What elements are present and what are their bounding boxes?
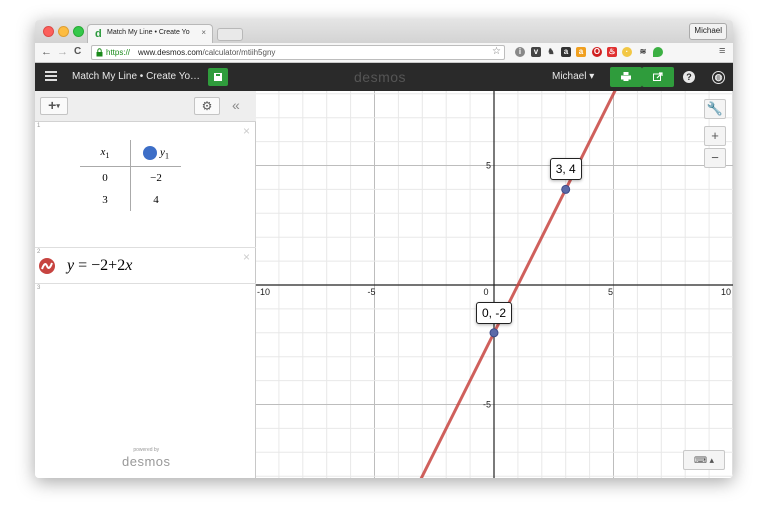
powered-by-desmos: powered by desmos — [122, 447, 171, 469]
url-scheme: https:// — [106, 48, 131, 57]
desmos-header: Match My Line • Create Yo… desmos Michae… — [35, 63, 733, 91]
y-tick-label: 5 — [486, 161, 491, 171]
data-point — [489, 328, 499, 338]
graph-style-icon[interactable] — [39, 258, 55, 274]
extension-buffer-icon[interactable]: ≋ — [638, 47, 648, 57]
expression-toolbar: +▾ ⚙ « — [35, 91, 256, 122]
profile-button[interactable]: Michael — [689, 23, 727, 40]
add-expression-button[interactable]: +▾ — [40, 97, 68, 115]
expression-line[interactable]: 2 × y = −2+2x — [35, 248, 256, 284]
desmos-favicon-icon: d — [95, 28, 102, 40]
tab-close-icon[interactable]: × — [201, 28, 206, 37]
table-row: 0 −2 — [80, 166, 182, 190]
extension-pin-icon[interactable] — [653, 47, 663, 57]
help-icon[interactable]: ? — [683, 71, 695, 83]
share-button[interactable] — [642, 67, 674, 87]
browser-tab[interactable]: d Match My Line • Create Yo × — [87, 24, 213, 43]
url-host: www.desmos.com — [138, 48, 203, 57]
url-text: www.desmos.com/calculator/mtiih5gny — [138, 48, 275, 57]
point-label[interactable]: 3, 4 — [549, 158, 582, 181]
expression-list: +▾ ⚙ « 1 × x1 y1 0 −2 3 4 2 × y = −2+2x … — [35, 91, 256, 478]
data-table[interactable]: x1 y1 0 −2 3 4 — [80, 140, 181, 211]
extension-lastfm-icon[interactable]: ♨ — [607, 47, 617, 57]
extension-info-icon[interactable]: i — [515, 47, 525, 57]
x-tick-label: 10 — [721, 287, 731, 297]
x-tick-label: 5 — [608, 287, 613, 297]
table-cell[interactable]: 3 — [80, 189, 131, 211]
expression-number: 1 — [37, 123, 41, 129]
reload-icon[interactable]: C — [74, 46, 81, 57]
x-tick-label: -10 — [257, 287, 270, 297]
table-row: 3 4 — [80, 189, 181, 211]
user-menu[interactable]: Michael ▾ — [552, 71, 594, 82]
browser-menu-icon[interactable]: ≡ — [719, 45, 725, 57]
collapse-list-icon[interactable]: « — [232, 97, 240, 113]
wrench-icon[interactable]: 🔧 — [704, 99, 726, 119]
chevron-down-icon: ▾ — [56, 102, 60, 110]
zoom-out-button[interactable]: − — [704, 148, 726, 168]
expression-number: 2 — [37, 249, 41, 255]
extension-honey-icon[interactable]: · — [622, 47, 632, 57]
url-path: /calculator/mtiih5gny — [202, 48, 276, 57]
new-tab-button[interactable] — [217, 28, 243, 41]
point-label[interactable]: 0, -2 — [476, 301, 513, 324]
settings-gear-icon[interactable]: ⚙ — [194, 97, 220, 115]
expression-empty[interactable]: 3 — [35, 284, 256, 320]
x-tick-label: -5 — [367, 287, 375, 297]
zoom-window-button[interactable] — [73, 26, 84, 37]
language-globe-icon[interactable]: ◍ — [712, 71, 725, 84]
table-cell[interactable]: 0 — [80, 166, 131, 189]
point-style-icon[interactable] — [143, 145, 158, 160]
x-tick-label: 0 — [483, 287, 488, 297]
zoom-in-button[interactable]: + — [704, 126, 726, 146]
table-cell[interactable]: −2 — [131, 167, 182, 190]
data-point — [561, 184, 571, 194]
delete-expression-icon[interactable]: × — [243, 124, 250, 138]
minimize-window-button[interactable] — [58, 26, 69, 37]
save-button[interactable] — [208, 68, 228, 86]
extension-amazon-orange-icon[interactable]: a — [576, 47, 586, 57]
share-icon — [653, 72, 663, 81]
keyboard-toggle-button[interactable]: ⌨ ▴ — [683, 450, 725, 470]
graph-canvas[interactable]: -10 -5 0 5 10 5 -5 — [256, 91, 733, 478]
extension-opera-icon[interactable]: O — [592, 47, 602, 57]
close-window-button[interactable] — [43, 26, 54, 37]
back-icon[interactable]: ← — [41, 46, 52, 58]
browser-toolbar: ← → C https:// www.desmos.com/calculator… — [35, 43, 733, 63]
expression-table[interactable]: 1 × x1 y1 0 −2 3 4 — [35, 122, 256, 248]
delete-expression-icon[interactable]: × — [243, 250, 250, 264]
equation-input[interactable]: y = −2+2x — [67, 257, 132, 275]
y-tick-label: -5 — [483, 400, 491, 410]
address-bar[interactable]: https:// www.desmos.com/calculator/mtiih… — [91, 45, 505, 60]
tab-bar: d Match My Line • Create Yo × Michael — [35, 20, 733, 43]
tab-title: Match My Line • Create Yo — [107, 29, 190, 36]
desmos-logo: desmos — [354, 69, 407, 85]
lock-icon — [96, 48, 103, 57]
forward-icon[interactable]: → — [57, 46, 68, 58]
table-cell[interactable]: 4 — [131, 189, 182, 211]
table-header-x[interactable]: x1 — [80, 140, 131, 167]
print-button[interactable] — [610, 67, 642, 87]
expression-number: 3 — [37, 285, 41, 291]
extension-evernote-icon[interactable]: ♞ — [546, 47, 556, 57]
graph-paper[interactable]: -10 -5 0 5 10 5 -5 🔧 + − ⌨ ▴ 3, 4 0, -2 — [256, 91, 733, 478]
graph-title[interactable]: Match My Line • Create Yo… — [72, 71, 200, 82]
extension-amazon-icon[interactable]: a — [561, 47, 571, 57]
table-header-y[interactable]: y1 — [130, 140, 181, 167]
print-icon — [621, 72, 631, 81]
bookmark-star-icon[interactable]: ☆ — [492, 46, 501, 57]
hamburger-menu-icon[interactable] — [45, 71, 57, 81]
browser-window: d Match My Line • Create Yo × Michael ← … — [35, 20, 733, 478]
extension-pocket-icon[interactable]: v — [531, 47, 541, 57]
